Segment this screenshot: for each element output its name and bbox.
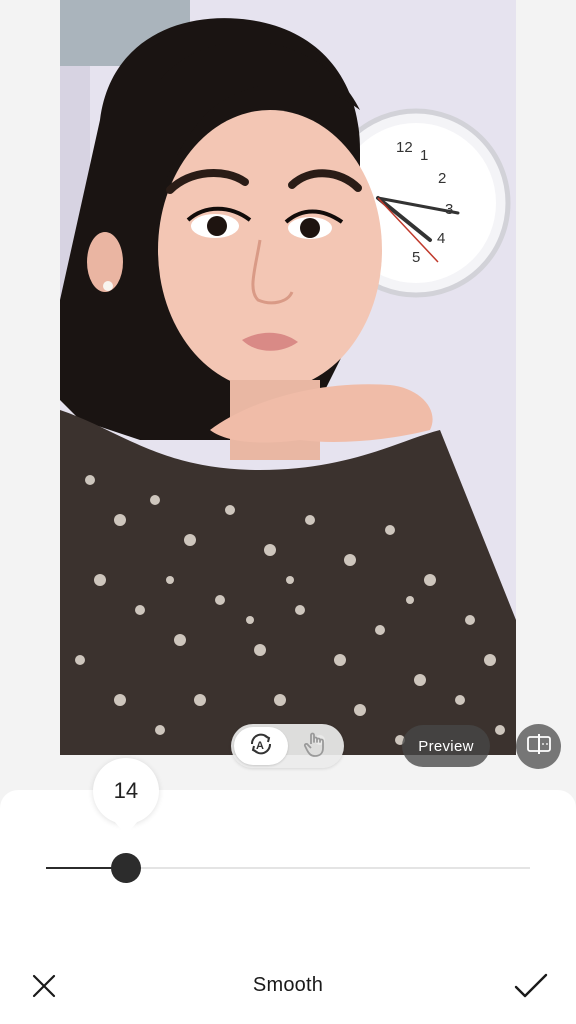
auto-retouch-icon: A (247, 730, 275, 763)
cancel-button[interactable] (26, 970, 62, 1006)
selfie-photo: 12 1 2 3 4 5 (60, 0, 516, 755)
svg-text:1: 1 (420, 147, 428, 164)
photo-canvas[interactable]: 12 1 2 3 4 5 (60, 0, 516, 755)
svg-text:A: A (256, 740, 264, 752)
preview-label: Preview (418, 737, 474, 755)
compare-button[interactable] (516, 724, 561, 769)
retouch-mode-toggle: A (231, 724, 344, 768)
close-icon (31, 973, 57, 1004)
slider-value-bubble: 14 (92, 758, 159, 835)
preview-button[interactable]: Preview (402, 725, 490, 767)
checkmark-icon (513, 972, 549, 1005)
auto-mode-button[interactable]: A (234, 727, 288, 765)
editor-action-bar: Smooth (0, 960, 576, 1012)
svg-text:4: 4 (437, 230, 445, 247)
slider-value: 14 (113, 778, 139, 803)
svg-text:5: 5 (412, 249, 420, 266)
manual-mode-button[interactable] (289, 727, 341, 765)
svg-text:12: 12 (396, 139, 413, 156)
compare-split-icon (526, 733, 552, 760)
photo-editor-screen: 12 1 2 3 4 5 A Preview 14 Smooth (0, 0, 576, 1024)
tool-title: Smooth (252, 974, 324, 996)
intensity-slider-thumb[interactable] (110, 853, 141, 883)
confirm-button[interactable] (510, 968, 552, 1008)
hand-touch-icon (302, 730, 328, 763)
svg-text:2: 2 (438, 170, 446, 187)
